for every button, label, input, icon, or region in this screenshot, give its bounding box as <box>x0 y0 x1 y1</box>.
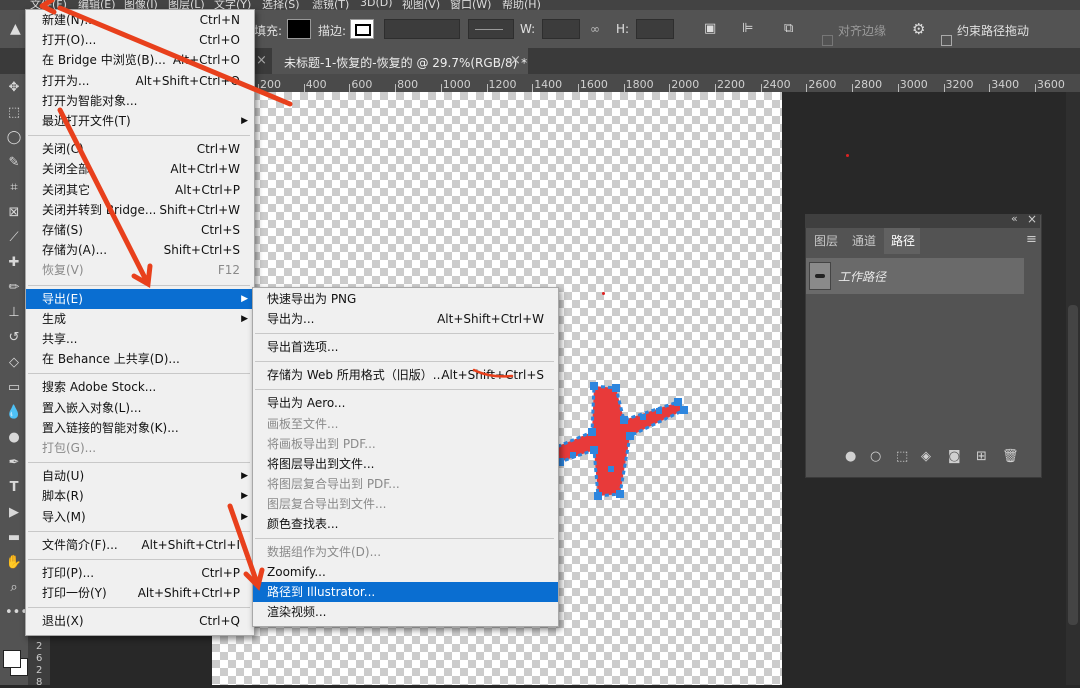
annotation-arrows <box>39 0 514 591</box>
